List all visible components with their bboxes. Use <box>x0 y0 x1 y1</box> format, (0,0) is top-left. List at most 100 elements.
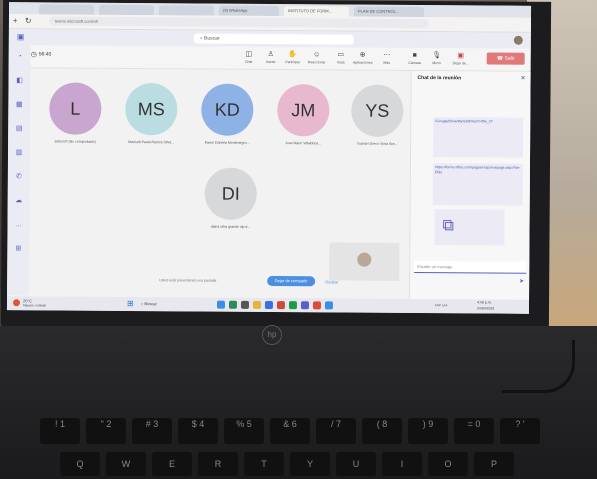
browser-tab[interactable] <box>158 5 215 16</box>
keyboard-key[interactable]: ! 1 <box>40 418 80 444</box>
keyboard-key[interactable]: ? ' <box>500 418 540 444</box>
keyboard-key[interactable]: Q <box>60 452 100 476</box>
send-icon[interactable]: ➤ <box>519 278 524 285</box>
rail-item-apps[interactable]: ⊞ <box>11 245 25 257</box>
clock-date[interactable]: 24/04/2024 <box>477 306 495 310</box>
keyboard-key[interactable]: % 5 <box>224 418 264 444</box>
word-icon[interactable] <box>264 300 274 310</box>
keyboard-key[interactable]: I <box>382 452 422 476</box>
tool-react[interactable]: ☺ Reaccionar <box>307 50 327 66</box>
keyboard-key[interactable]: ) 9 <box>408 418 448 444</box>
hand-icon: ✋ <box>288 51 298 59</box>
taskview-icon[interactable] <box>216 300 226 309</box>
file-card[interactable]: ⧉ <box>434 209 505 246</box>
chat-message[interactable]: https://forms.office.com/pages/responsep… <box>432 163 523 206</box>
participant-avatar: L <box>49 82 102 135</box>
close-icon[interactable]: ✕ <box>521 75 526 82</box>
folder-icon[interactable] <box>252 300 262 309</box>
tool-people[interactable]: ♙ Gente <box>261 50 281 66</box>
excel-icon[interactable] <box>288 301 298 310</box>
files-icon[interactable] <box>240 300 250 309</box>
keyboard-key[interactable]: $ 4 <box>178 418 218 444</box>
keyboard-key[interactable]: T <box>244 452 284 476</box>
rail-item-activity[interactable]: ◔ <box>13 53 27 65</box>
participant-tile[interactable]: MS Marisoft Paula Ramos Silva... <box>120 82 182 144</box>
stop-sharing-button[interactable]: Dejar de compartir <box>267 275 316 287</box>
browser-tab-instituto[interactable]: INSTITUTO DE FORM... <box>283 6 350 17</box>
rail-item-calendar[interactable]: ▥ <box>12 149 26 161</box>
share-status-text: Usted está presentando una pantalla <box>159 278 217 283</box>
add-tab-icon[interactable]: + <box>13 16 18 25</box>
meeting-timer: 56:40 <box>38 51 52 58</box>
reload-icon[interactable]: ↻ <box>25 16 32 25</box>
rail-item-assignments[interactable]: ▤ <box>12 125 26 137</box>
tool-view[interactable]: ▭ Vista <box>331 50 351 66</box>
keyboard-key[interactable]: U <box>336 452 376 476</box>
edge-icon[interactable] <box>228 300 238 309</box>
tool-label: Micro <box>432 61 441 66</box>
address-field[interactable]: teams.microsoft.com/v2/ <box>48 16 429 29</box>
teams-icon[interactable] <box>300 301 310 310</box>
tool-stop-share[interactable]: ▣ Dejar de... <box>451 51 471 67</box>
chat-input[interactable]: Escribir un mensaje <box>414 261 527 274</box>
hide-link[interactable]: Ocultar <box>325 279 338 284</box>
self-avatar <box>357 252 372 267</box>
keyboard-key[interactable]: P <box>474 452 514 476</box>
rail-item-calls[interactable]: ✆ <box>12 173 26 185</box>
keyboard-key[interactable]: ( 8 <box>362 418 402 444</box>
avatar[interactable] <box>513 35 523 45</box>
keyboard-key[interactable]: / 7 <box>316 418 356 444</box>
browser-tab[interactable] <box>38 4 95 15</box>
browser-tab-whatsapp[interactable]: (9) WhatsApp <box>218 5 280 17</box>
participant-tile[interactable]: JM Jose Mario Villalobos... <box>272 84 334 145</box>
keyboard-key[interactable]: O <box>428 452 468 476</box>
tool-raise-hand[interactable]: ✋ Participar <box>283 50 303 66</box>
tool-mic[interactable]: 🎙 Micro <box>427 51 447 67</box>
leave-button[interactable]: ☎ Salir <box>486 52 525 65</box>
tool-label: Participar <box>285 60 301 65</box>
tool-label: Vista <box>336 60 345 65</box>
participant-tile[interactable]: DI diana ultra grande sip d... <box>200 167 262 229</box>
keyboard-key[interactable]: W <box>106 452 146 476</box>
meeting-stage: L Jefsonl? (No comprobado) MS Marisoft P… <box>29 68 411 299</box>
keyboard-key[interactable]: # 3 <box>132 418 172 444</box>
keyboard-key[interactable]: E <box>152 452 192 476</box>
weather-desc: Mayorm. nublado <box>22 303 47 308</box>
rail-item-teams[interactable]: ▦ <box>12 101 26 113</box>
powerpoint-icon[interactable] <box>276 301 286 310</box>
participant-tile[interactable]: YS Yuanari Greco Sosa Sra... <box>346 84 408 146</box>
laptop-screen: (9) WhatsApp INSTITUTO DE FORM... PLAN D… <box>6 2 532 314</box>
teams-left-rail: ◔ ◧ ▦ ▤ ▥ ✆ ☁ … ⊞ <box>7 45 31 296</box>
app-icon[interactable] <box>324 301 334 310</box>
tool-chat[interactable]: ◫ Chat <box>239 50 259 66</box>
keyboard-key[interactable]: " 2 <box>86 418 126 444</box>
participant-tile[interactable]: L Jefsonl? (No comprobado) <box>44 82 106 144</box>
tool-label: Chat <box>244 59 253 64</box>
clock-time[interactable]: 4:40 p.m. <box>477 300 492 304</box>
lang-indicator[interactable]: ESP LAA <box>435 303 447 307</box>
chrome-icon[interactable] <box>312 301 322 310</box>
browser-tab-plan[interactable]: PLAN DE CONTROL... <box>353 6 425 18</box>
keyboard-key[interactable]: Y <box>290 452 330 476</box>
taskbar-search[interactable]: ⌕ Buscar <box>141 301 157 306</box>
windows-start-icon[interactable]: ⊞ <box>127 299 134 308</box>
rail-item-more[interactable]: … <box>11 221 25 233</box>
tool-more[interactable]: ⋯ Más <box>377 51 397 67</box>
keyboard-key[interactable]: & 6 <box>270 418 310 444</box>
participant-tile[interactable]: KD Karen Daniela Montenegro... <box>196 83 258 145</box>
rail-item-onedrive[interactable]: ☁ <box>12 197 26 209</box>
share-stop-icon: ▣ <box>457 52 465 60</box>
self-view <box>329 242 400 281</box>
keyboard-key[interactable]: R <box>198 452 238 476</box>
search-input[interactable]: ⌕ Buscar <box>193 33 354 45</box>
rail-item-chat[interactable]: ◧ <box>12 77 26 89</box>
keyboard-key[interactable]: = 0 <box>454 418 494 444</box>
participant-avatar: KD <box>201 83 254 136</box>
chat-message[interactable]: /Google/Drive/My%20Files?i=/file_h? <box>433 117 524 158</box>
meeting-toolbar: ◷ 56:40 ◫ Chat ♙ Gente ✋ Participar ☺ Reacci… <box>30 45 531 72</box>
search-placeholder: Buscar <box>204 35 220 42</box>
charging-cable <box>502 340 575 393</box>
tool-camera[interactable]: ■ Cámara <box>405 51 425 67</box>
browser-tab[interactable] <box>98 4 155 16</box>
tool-apps[interactable]: ⊕ Aplicaciones <box>353 51 373 67</box>
